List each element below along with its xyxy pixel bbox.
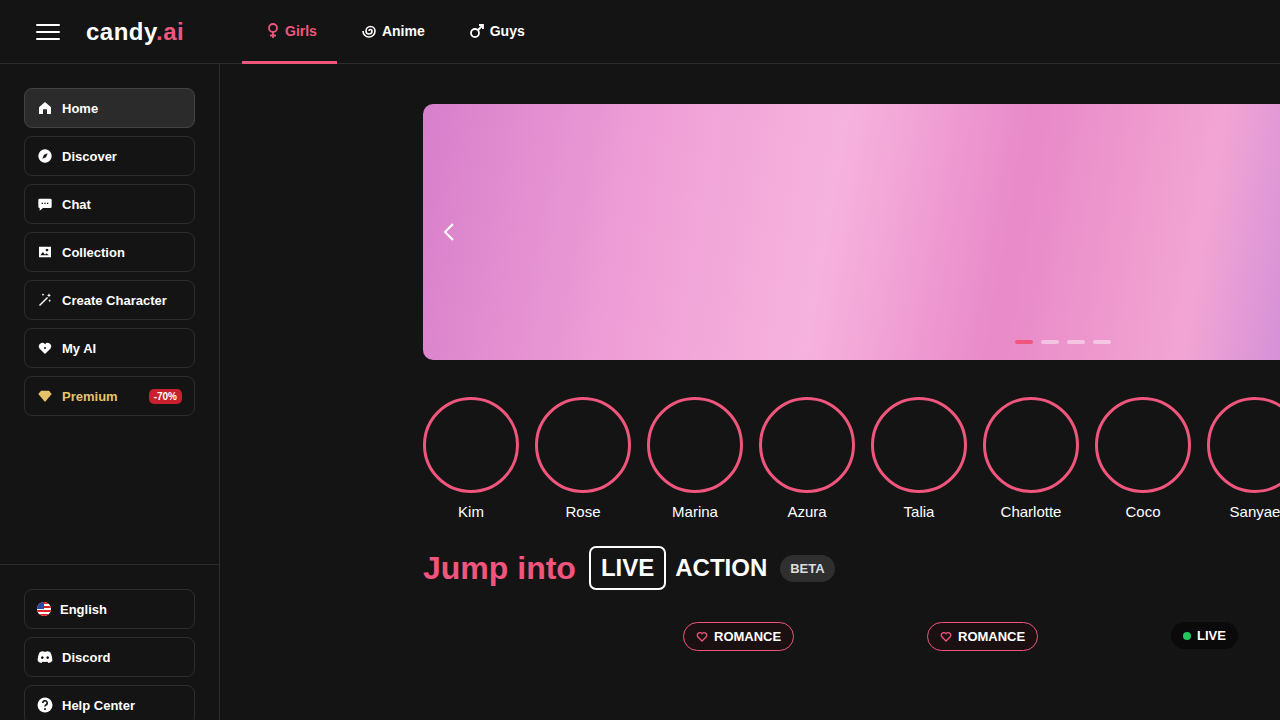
story-item[interactable]: Sanyae	[1207, 397, 1280, 520]
sidebar-item[interactable]: My AI	[24, 328, 195, 368]
sidebar-item[interactable]: Home	[24, 88, 195, 128]
swirl-icon	[361, 23, 377, 39]
story-ring	[983, 397, 1079, 493]
story-row: Kim Rose Marina Azura Talia Charlotte Co…	[423, 397, 1280, 520]
footer-item[interactable]: Discord	[24, 637, 195, 677]
section-heading: Jump into LIVE ACTION BETA	[423, 546, 1280, 590]
live-card[interactable]	[423, 606, 655, 720]
live-card[interactable]: ROMANCE	[667, 606, 899, 720]
story-ring	[535, 397, 631, 493]
top-bar: candy.ai Girls Anime Guys	[0, 0, 1280, 64]
sidebar-item[interactable]: Premium -70%	[24, 376, 195, 416]
previous-slide-button[interactable]	[443, 222, 455, 245]
sidebar-footer: English Discord Help Center	[0, 564, 219, 720]
live-label: LIVE	[589, 546, 666, 590]
live-card[interactable]: LIVE	[1155, 606, 1280, 720]
home-icon	[37, 100, 53, 116]
slide-indicators	[1015, 340, 1111, 344]
sidebar-item[interactable]: Collection	[24, 232, 195, 272]
live-dot	[1183, 632, 1191, 640]
live-card[interactable]: ROMANCE	[911, 606, 1143, 720]
footer-item[interactable]: Help Center	[24, 685, 195, 720]
story-item[interactable]: Coco	[1095, 397, 1191, 520]
discount-badge: -70%	[149, 389, 182, 404]
story-ring	[1207, 397, 1280, 493]
story-ring	[423, 397, 519, 493]
male-symbol-icon	[469, 23, 485, 39]
promo-banner[interactable]	[423, 104, 1280, 360]
us-flag-icon	[37, 602, 51, 616]
story-item[interactable]: Marina	[647, 397, 743, 520]
brand: candy.ai	[0, 0, 242, 63]
app-page: candy.ai Girls Anime Guys Home Discover …	[0, 0, 1280, 720]
footer-item[interactable]: English	[24, 589, 195, 629]
hamburger-icon	[36, 23, 60, 41]
logo[interactable]: candy.ai	[86, 18, 184, 46]
menu-button[interactable]	[36, 23, 60, 41]
image-icon	[37, 244, 53, 260]
female-symbol-icon	[266, 23, 280, 39]
magic-wand-icon	[37, 292, 53, 308]
sidebar-item[interactable]: Create Character	[24, 280, 195, 320]
category-tab[interactable]: Girls	[242, 0, 337, 64]
slide-dot[interactable]	[1015, 340, 1033, 344]
story-item[interactable]: Azura	[759, 397, 855, 520]
heart-icon	[940, 631, 952, 642]
slide-dot[interactable]	[1041, 340, 1059, 344]
help-icon	[37, 697, 53, 713]
sidebar-nav: Home Discover Chat Collection Create Cha…	[0, 64, 219, 416]
heart-hands-icon	[37, 340, 53, 356]
story-ring	[647, 397, 743, 493]
story-item[interactable]: Charlotte	[983, 397, 1079, 520]
romance-tag: ROMANCE	[683, 622, 794, 651]
story-ring	[1095, 397, 1191, 493]
beta-badge: BETA	[780, 555, 834, 582]
diamond-icon	[37, 388, 53, 404]
sidebar-item[interactable]: Chat	[24, 184, 195, 224]
story-item[interactable]: Rose	[535, 397, 631, 520]
chevron-left-icon	[443, 222, 455, 242]
romance-tag: ROMANCE	[927, 622, 1038, 651]
live-cards: ROMANCE ROMANCE LIVE	[423, 606, 1280, 720]
story-item[interactable]: Kim	[423, 397, 519, 520]
live-tag: LIVE	[1171, 622, 1238, 649]
discord-icon	[37, 650, 53, 664]
story-item[interactable]: Talia	[871, 397, 967, 520]
sidebar: Home Discover Chat Collection Create Cha…	[0, 64, 220, 720]
sidebar-item[interactable]: Discover	[24, 136, 195, 176]
compass-icon	[37, 148, 53, 164]
main-content: Kim Rose Marina Azura Talia Charlotte Co…	[220, 64, 1280, 720]
slide-dot[interactable]	[1093, 340, 1111, 344]
chat-bubble-icon	[37, 196, 53, 212]
category-tab[interactable]: Anime	[337, 0, 445, 64]
slide-dot[interactable]	[1067, 340, 1085, 344]
story-ring	[759, 397, 855, 493]
heart-icon	[696, 631, 708, 642]
story-ring	[871, 397, 967, 493]
category-tabs: Girls Anime Guys	[242, 0, 545, 63]
category-tab[interactable]: Guys	[445, 0, 545, 64]
